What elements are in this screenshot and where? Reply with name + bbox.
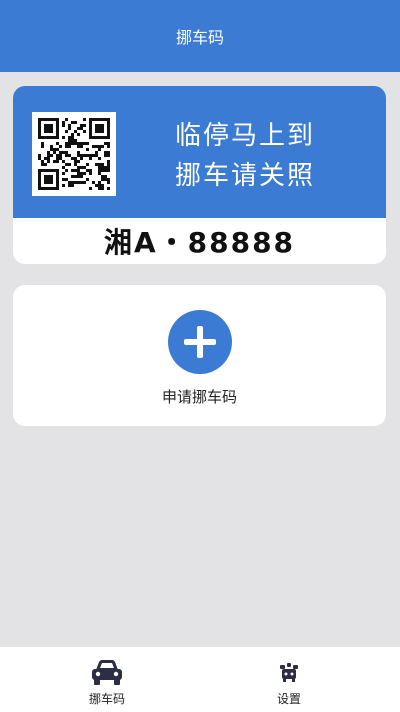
apply-code-label: 申请挪车码 [161,388,237,406]
slogan: 临停马上到 挪车请关照 [175,116,375,196]
app-header: 挪车码 [0,0,400,72]
tab-settings[interactable]: 设置 [239,647,339,712]
page-title: 挪车码 [175,28,224,47]
tab-move-code[interactable]: 挪车码 [57,647,157,712]
plus-icon-vertical [197,326,203,358]
slogan-line-2: 挪车请关照 [175,161,316,191]
qr-code[interactable] [32,112,116,196]
apply-card[interactable]: 申请挪车码 [13,285,386,426]
code-card-banner: 临停马上到 挪车请关照 [13,86,386,218]
slogan-line-1: 临停马上到 [175,121,316,151]
move-code-card[interactable]: 临停马上到 挪车请关照 湘A・88888 [13,86,386,264]
license-plate: 湘A・88888 [103,226,296,259]
tab-settings-label: 设置 [276,692,301,706]
qr-code-icon [38,118,110,190]
settings-icon [280,663,298,682]
car-icon [92,660,122,685]
tab-bar: 挪车码 设置 [0,646,400,712]
tab-move-code-label: 挪车码 [88,692,125,706]
add-code-button[interactable] [168,310,232,374]
